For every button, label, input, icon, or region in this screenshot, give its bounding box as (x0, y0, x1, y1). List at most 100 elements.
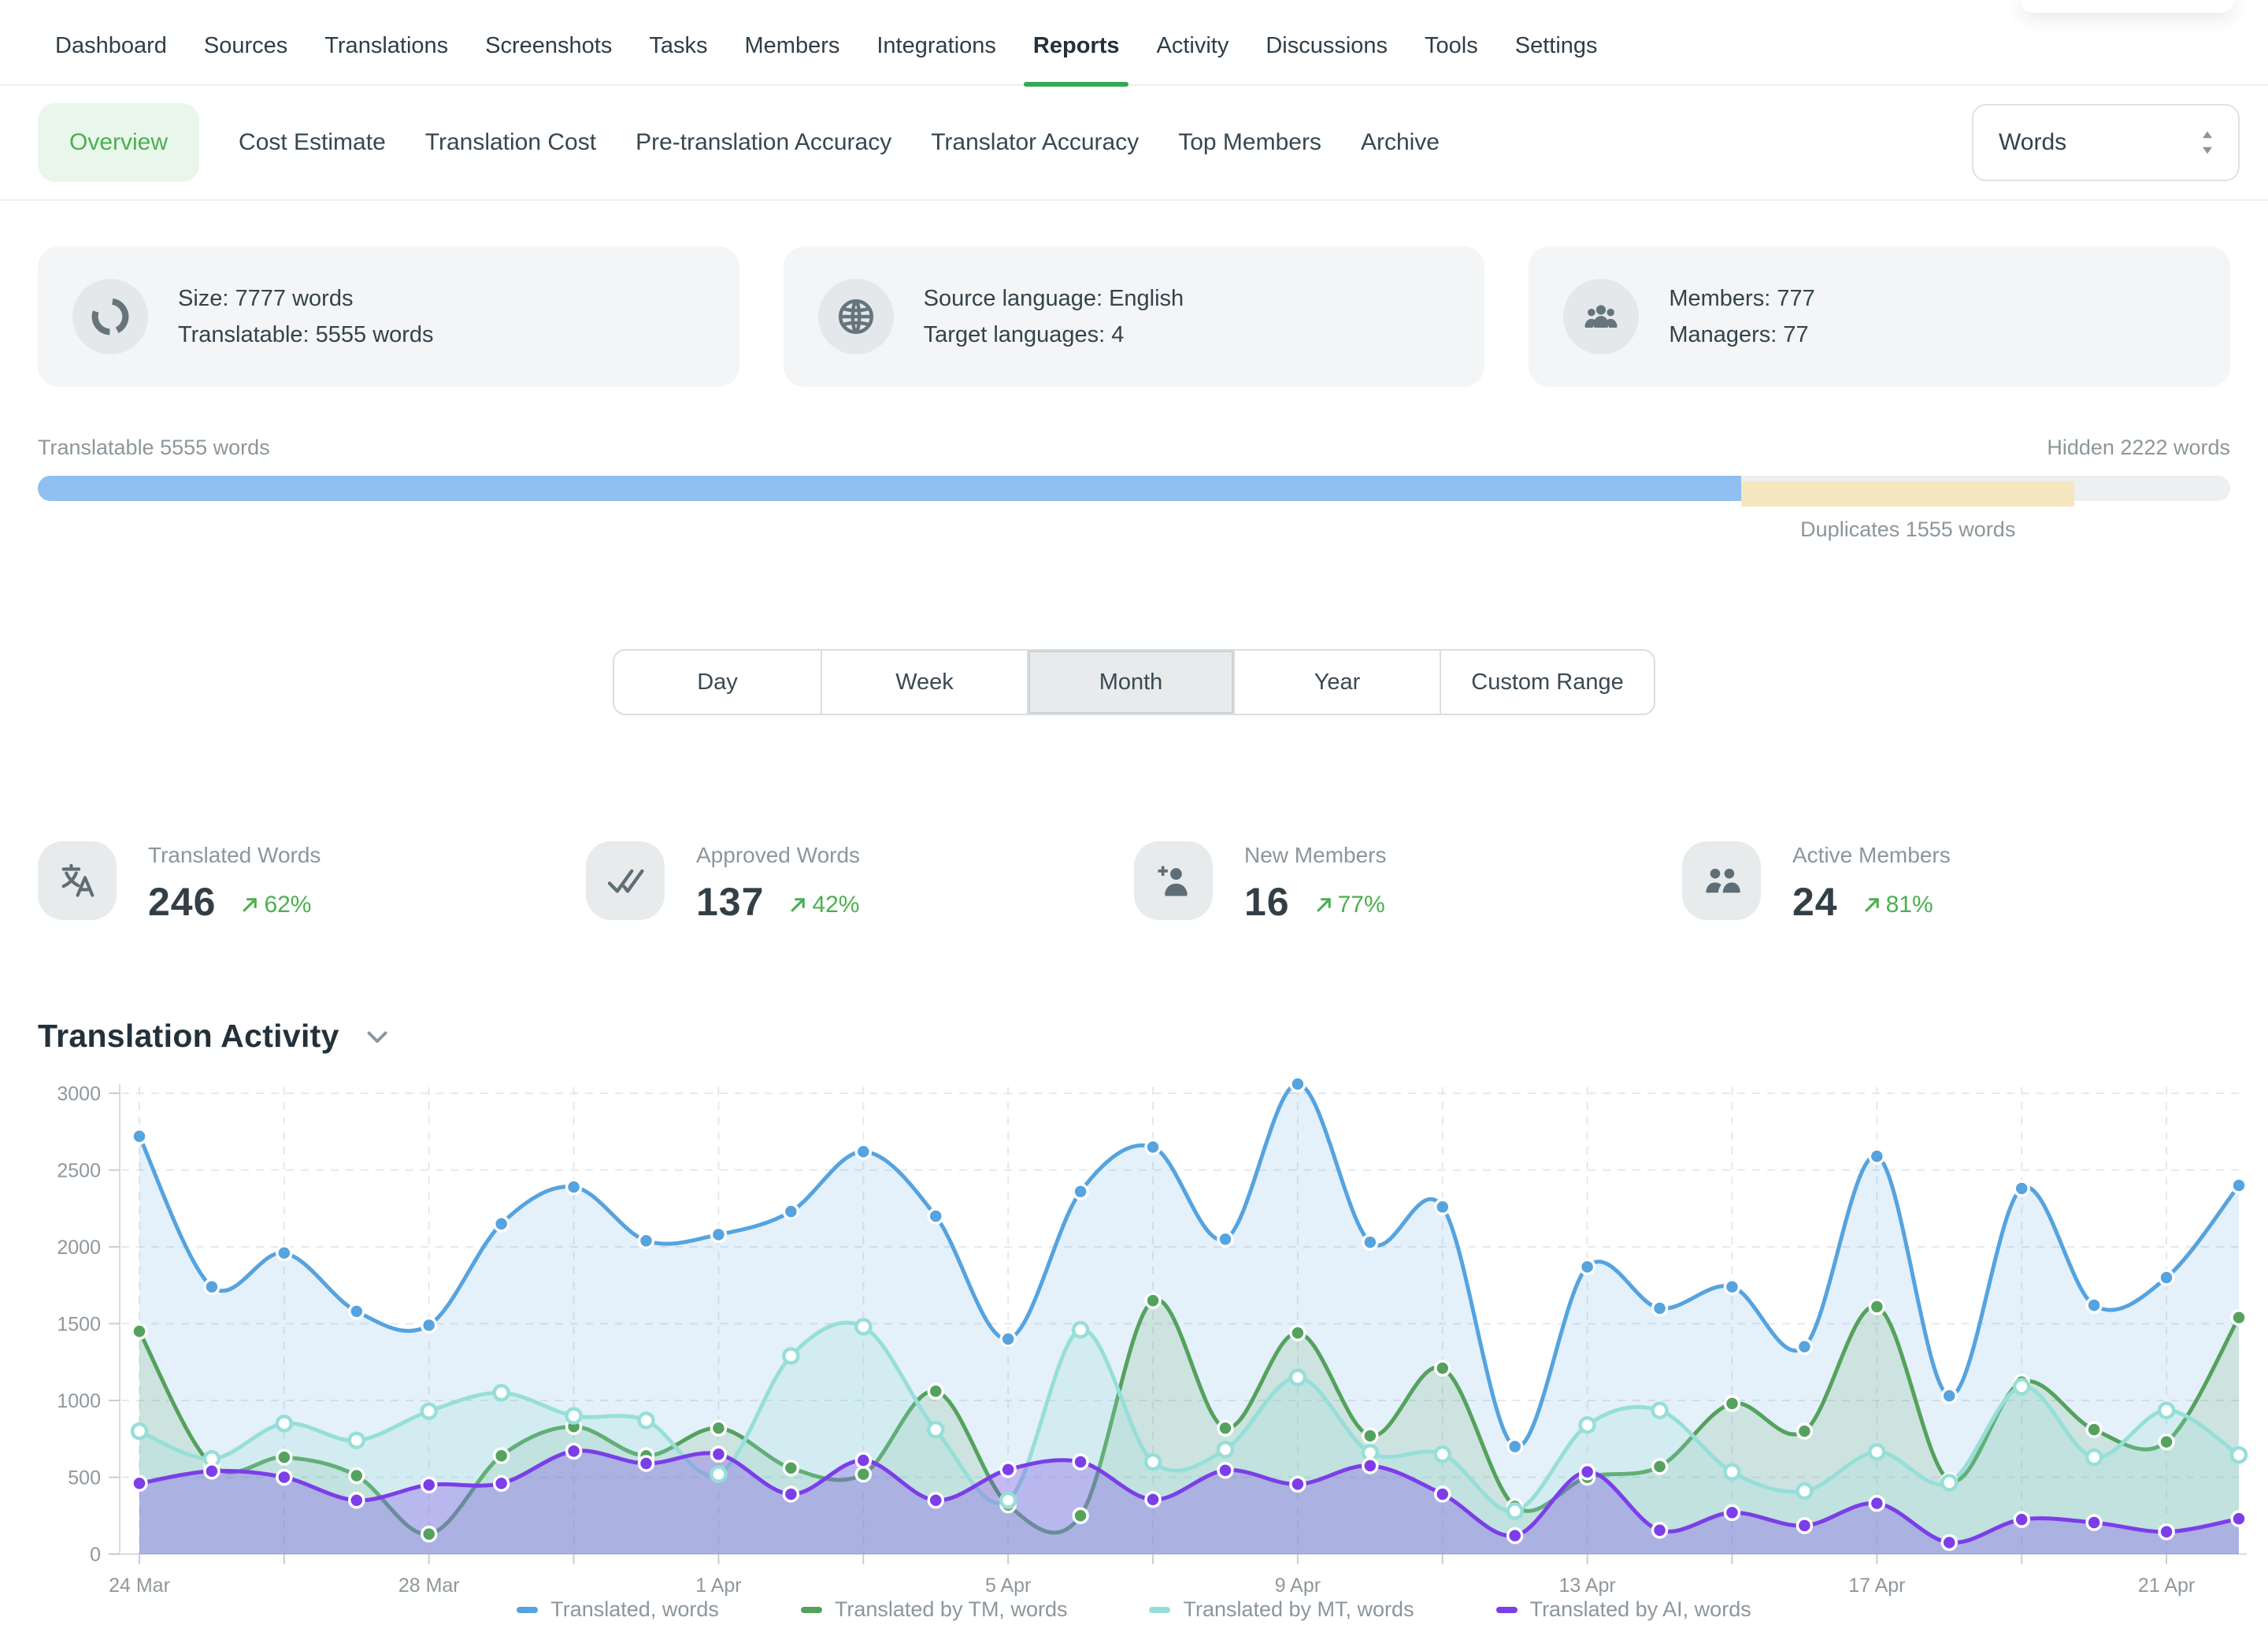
activity-chart-svg: 05001000150020002500300024 Mar28 Mar1 Ap… (0, 1070, 2268, 1621)
range-tab-day[interactable]: Day (614, 651, 821, 714)
report-tab-pre-translation-accuracy[interactable]: Pre-translation Accuracy (636, 129, 891, 156)
double-check-icon (586, 841, 665, 920)
legend-item-translated-words[interactable]: Translated, words (517, 1597, 719, 1622)
report-tab-top-members[interactable]: Top Members (1178, 129, 1321, 156)
range-tabs: DayWeekMonthYearCustom Range (613, 649, 1655, 715)
person-add-icon (1134, 841, 1213, 920)
trend-up-icon (239, 894, 261, 915)
unit-selector[interactable]: Words (1972, 104, 2240, 181)
info-card-line: Target languages: 4 (924, 317, 1184, 353)
svg-text:24 Mar: 24 Mar (109, 1575, 170, 1597)
info-card: Members: 777Managers: 77 (1529, 247, 2230, 387)
svg-text:17 Apr: 17 Apr (1848, 1575, 1905, 1597)
legend-label: Translated, words (550, 1597, 719, 1622)
svg-text:21 Apr: 21 Apr (2138, 1575, 2195, 1597)
legend-swatch (801, 1607, 822, 1613)
legend-label: Translated by MT, words (1183, 1597, 1414, 1622)
stat-value: 137 (696, 879, 764, 925)
svg-text:5 Apr: 5 Apr (985, 1575, 1031, 1597)
legend-item-translated-by-tm-words[interactable]: Translated by TM, words (801, 1597, 1068, 1622)
nav-item-settings[interactable]: Settings (1515, 33, 1598, 84)
info-card-line: Managers: 77 (1669, 317, 1814, 353)
svg-text:0: 0 (90, 1544, 101, 1566)
people-icon (1682, 841, 1761, 920)
progress-ring-icon (72, 279, 148, 354)
range-tab-week[interactable]: Week (821, 651, 1027, 714)
info-card: Source language: EnglishTarget languages… (784, 247, 1485, 387)
stat-label: New Members (1244, 843, 1386, 868)
info-card: Size: 7777 wordsTranslatable: 5555 words (38, 247, 739, 387)
nav-item-activity[interactable]: Activity (1156, 33, 1228, 84)
chart-legend: Translated, words Translated by TM, words… (0, 1597, 2268, 1622)
nav-item-translations[interactable]: Translations (324, 33, 448, 84)
range-tab-month[interactable]: Month (1027, 651, 1233, 714)
stat-change: 42% (812, 892, 859, 918)
stat-approved-words: Approved Words 137 42% (586, 841, 1134, 925)
legend-label: Translated by AI, words (1530, 1597, 1751, 1622)
chevron-down-icon[interactable] (363, 1022, 391, 1051)
range-tab-custom-range[interactable]: Custom Range (1440, 651, 1654, 714)
svg-text:13 Apr: 13 Apr (1558, 1575, 1615, 1597)
nav-item-reports[interactable]: Reports (1033, 33, 1120, 84)
translation-activity-title: Translation Activity (38, 1018, 339, 1055)
stat-change: 81% (1886, 892, 1933, 918)
trend-up-icon (788, 894, 809, 915)
nav-item-discussions[interactable]: Discussions (1266, 33, 1388, 84)
legend-item-translated-by-ai-words[interactable]: Translated by AI, words (1496, 1597, 1751, 1622)
nav-item-integrations[interactable]: Integrations (876, 33, 996, 84)
translatable-label: Translatable 5555 words (38, 436, 270, 460)
stat-trend: 62% (239, 892, 311, 918)
trend-up-icon (1862, 894, 1883, 915)
stat-value: 16 (1244, 879, 1290, 925)
popup-remnant (2021, 0, 2233, 13)
svg-text:3000: 3000 (57, 1083, 101, 1105)
progress-fill (38, 476, 1741, 501)
report-tab-translation-cost[interactable]: Translation Cost (425, 129, 596, 156)
nav-item-tools[interactable]: Tools (1425, 33, 1478, 84)
stat-label: Approved Words (696, 843, 860, 868)
svg-text:9 Apr: 9 Apr (1275, 1575, 1321, 1597)
top-nav: Dashboard Sources Translations Screenshots T… (0, 0, 2268, 86)
duplicates-label: Duplicates 1555 words (1800, 517, 2015, 542)
stat-trend: 77% (1314, 892, 1385, 918)
svg-text:28 Mar: 28 Mar (398, 1575, 460, 1597)
stat-change: 62% (264, 892, 311, 918)
legend-item-translated-by-mt-words[interactable]: Translated by MT, words (1149, 1597, 1414, 1622)
range-row: DayWeekMonthYearCustom Range (0, 649, 2268, 715)
stat-translated-words: Translated Words 246 62% (38, 841, 586, 925)
trend-up-icon (1314, 894, 1335, 915)
report-tab-cost-estimate[interactable]: Cost Estimate (239, 129, 386, 156)
info-cards: Size: 7777 wordsTranslatable: 5555 words… (0, 247, 2268, 387)
report-tab-overview[interactable]: Overview (38, 103, 199, 182)
nav-item-members[interactable]: Members (745, 33, 840, 84)
stat-trend: 81% (1862, 892, 1933, 918)
legend-swatch (1149, 1607, 1170, 1613)
stat-change: 77% (1338, 892, 1385, 918)
nav-item-tasks[interactable]: Tasks (649, 33, 707, 84)
info-card-line: Translatable: 5555 words (178, 317, 434, 353)
legend-swatch (1496, 1607, 1518, 1613)
range-tab-year[interactable]: Year (1233, 651, 1440, 714)
info-card-line: Members: 777 (1669, 280, 1814, 317)
svg-text:1 Apr: 1 Apr (695, 1575, 741, 1597)
stat-label: Active Members (1792, 843, 1951, 868)
stat-value: 246 (148, 879, 216, 925)
report-subnav: Overview Cost Estimate Translation Cost Pre… (0, 86, 2268, 201)
legend-swatch (517, 1607, 538, 1613)
report-tab-archive[interactable]: Archive (1361, 129, 1440, 156)
members-group-icon (1563, 279, 1639, 354)
globe-icon (818, 279, 894, 354)
stats-row: Translated Words 246 62% Approved Words 137 4… (0, 841, 2268, 925)
info-card-line: Size: 7777 words (178, 280, 434, 317)
stat-new-members: New Members 16 77% (1134, 841, 1682, 925)
nav-item-screenshots[interactable]: Screenshots (485, 33, 612, 84)
nav-item-sources[interactable]: Sources (204, 33, 287, 84)
stat-value: 24 (1792, 879, 1838, 925)
report-tab-translator-accuracy[interactable]: Translator Accuracy (931, 129, 1139, 156)
nav-item-dashboard[interactable]: Dashboard (55, 33, 167, 84)
translate-icon (38, 841, 117, 920)
words-progress: Translatable 5555 words Hidden 2222 word… (38, 436, 2230, 501)
svg-text:2500: 2500 (57, 1160, 101, 1182)
stat-active-members: Active Members 24 81% (1682, 841, 2230, 925)
stat-label: Translated Words (148, 843, 321, 868)
